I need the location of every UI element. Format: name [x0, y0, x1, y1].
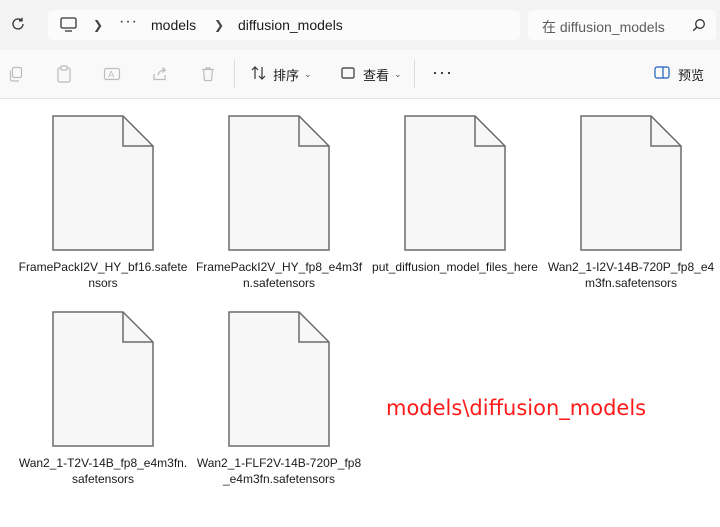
file-item[interactable]: put_diffusion_model_files_here — [370, 115, 540, 275]
breadcrumb-overflow[interactable]: ··· — [119, 13, 138, 31]
breadcrumb-models[interactable]: models — [151, 17, 196, 33]
more-options-button[interactable]: ··· — [432, 62, 453, 83]
preview-pane-icon — [654, 66, 670, 82]
file-name: Wan2_1-I2V-14B-720P_fp8_e4m3fn.safetenso… — [547, 260, 715, 290]
file-name: FramePackI2V_HY_fp8_e4m3fn.safetensors — [195, 260, 363, 290]
chevron-down-icon: ⌄ — [394, 68, 402, 79]
toolbar-divider — [234, 60, 235, 88]
file-icon — [228, 311, 330, 447]
file-item[interactable]: Wan2_1-FLF2V-14B-720P_fp8_e4m3fn.safeten… — [194, 311, 364, 487]
chevron-down-icon: ⌄ — [304, 68, 312, 79]
preview-pane-button[interactable]: 预览 — [654, 62, 704, 86]
chevron-right-icon[interactable]: ❯ — [214, 18, 224, 32]
file-name: put_diffusion_model_files_here — [372, 260, 538, 274]
search-icon[interactable] — [692, 18, 706, 37]
address-bar[interactable]: ❯ ··· models ❯ diffusion_models — [48, 10, 520, 40]
paste-icon[interactable] — [54, 64, 74, 84]
file-icon — [52, 311, 154, 447]
file-item[interactable]: FramePackI2V_HY_fp8_e4m3fn.safetensors — [194, 115, 364, 291]
breadcrumb-diffusion-models[interactable]: diffusion_models — [238, 17, 343, 33]
sort-icon — [251, 65, 267, 83]
preview-label: 预览 — [678, 67, 705, 83]
file-icon — [404, 115, 506, 251]
search-placeholder[interactable]: 在 diffusion_models — [542, 17, 665, 37]
file-icon — [580, 115, 682, 251]
this-pc-icon[interactable] — [60, 17, 77, 37]
copy-icon[interactable] — [6, 64, 26, 84]
refresh-icon[interactable] — [8, 14, 28, 34]
address-bar-row: ❯ ··· models ❯ diffusion_models 在 diffus… — [0, 0, 720, 50]
view-icon — [341, 66, 355, 82]
rename-icon[interactable]: A — [102, 64, 122, 84]
delete-icon[interactable] — [198, 64, 218, 84]
view-label: 查看 — [363, 67, 390, 83]
sort-label: 排序 — [273, 67, 300, 83]
path-annotation: models\diffusion_models — [386, 396, 647, 420]
toolbar-divider — [414, 60, 415, 88]
file-item[interactable]: FramePackI2V_HY_bf16.safetensors — [18, 115, 188, 291]
file-item[interactable]: Wan2_1-I2V-14B-720P_fp8_e4m3fn.safetenso… — [546, 115, 716, 291]
file-icon — [228, 115, 330, 251]
share-icon[interactable] — [150, 64, 170, 84]
view-button[interactable]: 查看 ⌄ — [341, 62, 402, 86]
file-name: Wan2_1-T2V-14B_fp8_e4m3fn.safetensors — [18, 456, 188, 486]
file-item[interactable]: Wan2_1-T2V-14B_fp8_e4m3fn.safetensors — [18, 311, 188, 487]
file-icon — [52, 115, 154, 251]
file-name: Wan2_1-FLF2V-14B-720P_fp8_e4m3fn.safeten… — [196, 456, 362, 486]
svg-text:A: A — [108, 71, 115, 81]
file-name: FramePackI2V_HY_bf16.safetensors — [18, 260, 188, 290]
search-box[interactable]: 在 diffusion_models — [528, 10, 716, 40]
chevron-right-icon[interactable]: ❯ — [93, 18, 103, 32]
sort-button[interactable]: 排序 ⌄ — [251, 62, 312, 86]
command-bar: A 排序 ⌄ 查看 ⌄ ··· 预览 — [0, 50, 720, 99]
